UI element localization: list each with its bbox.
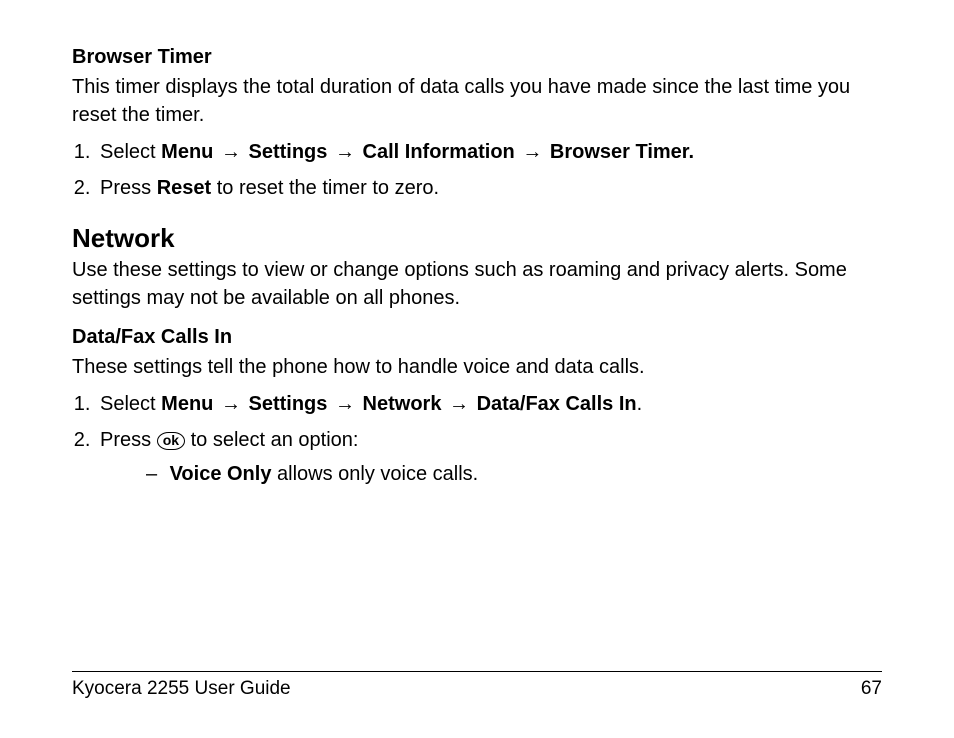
page-footer: Kyocera 2255 User Guide 67 (72, 671, 882, 700)
menu-path-settings: Settings (249, 393, 328, 415)
network-intro: Use these settings to view or change opt… (72, 256, 882, 312)
data-fax-step-2: Press ok to select an option: – Voice On… (96, 425, 882, 489)
step-prefix: Select (100, 393, 161, 415)
data-fax-steps: Select Menu → Settings → Network → Data/… (72, 389, 882, 489)
voice-only-label: Voice Only (170, 463, 272, 485)
footer-page-number: 67 (861, 678, 882, 700)
menu-path-call-information: Call Information (363, 141, 515, 163)
step-prefix: Press (100, 429, 157, 451)
menu-path-network: Network (363, 393, 442, 415)
browser-timer-intro: This timer displays the total duration o… (72, 73, 882, 129)
menu-path-menu: Menu (161, 393, 213, 415)
arrow-icon: → (447, 393, 471, 415)
browser-timer-steps: Select Menu → Settings → Call Informatio… (72, 137, 882, 203)
browser-timer-step-2: Press Reset to reset the timer to zero. (96, 173, 882, 203)
step-suffix: to reset the timer to zero. (211, 177, 439, 199)
browser-timer-step-1: Select Menu → Settings → Call Informatio… (96, 137, 882, 167)
menu-path-data-fax: Data/Fax Calls In (477, 393, 637, 415)
browser-timer-heading: Browser Timer (72, 46, 882, 69)
data-fax-intro: These settings tell the phone how to han… (72, 353, 882, 381)
menu-path-settings: Settings (249, 141, 328, 163)
period: . (637, 393, 643, 415)
option-voice-only: – Voice Only allows only voice calls. (146, 459, 882, 489)
voice-only-suffix: allows only voice calls. (271, 463, 478, 485)
step-prefix: Select (100, 141, 161, 163)
page-content: Browser Timer This timer displays the to… (0, 0, 954, 738)
arrow-icon: → (333, 393, 357, 415)
data-fax-step-1: Select Menu → Settings → Network → Data/… (96, 389, 882, 419)
data-fax-heading: Data/Fax Calls In (72, 326, 882, 349)
footer-title: Kyocera 2255 User Guide (72, 678, 291, 700)
arrow-icon: → (520, 141, 544, 163)
network-heading: Network (72, 223, 882, 254)
menu-path-menu: Menu (161, 141, 213, 163)
reset-label: Reset (157, 177, 211, 199)
ok-icon: ok (157, 432, 185, 450)
arrow-icon: → (219, 141, 243, 163)
menu-path-browser-timer: Browser Timer. (550, 141, 694, 163)
step-suffix: to select an option: (191, 429, 359, 451)
dash-icon: – (146, 459, 164, 489)
arrow-icon: → (333, 141, 357, 163)
arrow-icon: → (219, 393, 243, 415)
step-prefix: Press (100, 177, 157, 199)
